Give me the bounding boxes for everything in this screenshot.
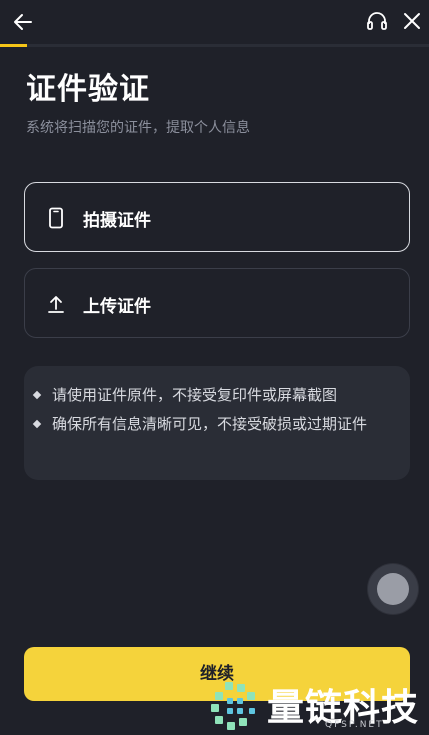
bullet-diamond-icon (32, 419, 42, 429)
arrow-left-icon (14, 14, 32, 30)
phone-icon (49, 207, 63, 229)
floating-assist-dot (377, 573, 409, 605)
watermark: 量链科技 QFSP.NET (207, 674, 429, 735)
headset-icon (367, 12, 387, 30)
option-upload[interactable]: 上传证件 (24, 268, 410, 338)
option-take-photo[interactable]: 拍摄证件 (24, 182, 410, 252)
tips-panel: 请使用证件原件，不接受复印件或屏幕截图 确保所有信息清晰可见，不接受破损或过期证… (24, 366, 410, 480)
upload-icon (48, 296, 64, 313)
progress-track (0, 44, 429, 47)
page-title: 证件验证 (26, 72, 150, 107)
close-icon (404, 13, 420, 29)
option-label: 拍摄证件 (83, 211, 151, 231)
watermark-logo-icon (211, 682, 255, 730)
tip-item: 确保所有信息清晰可见，不接受破损或过期证件 (32, 412, 388, 436)
tip-text: 确保所有信息清晰可见，不接受破损或过期证件 (52, 415, 368, 433)
page-subtitle: 系统将扫描您的证件，提取个人信息 (26, 120, 250, 136)
back-button[interactable] (10, 9, 36, 35)
tip-item: 请使用证件原件，不接受复印件或屏幕截图 (32, 383, 388, 407)
option-label: 上传证件 (83, 297, 151, 317)
watermark-domain: QFSP.NET (325, 720, 384, 730)
close-button[interactable] (400, 9, 424, 33)
support-button[interactable] (365, 9, 389, 33)
progress-bar-fill (0, 44, 28, 47)
top-bar (0, 0, 429, 44)
floating-assist-button[interactable] (368, 564, 418, 614)
tip-text: 请使用证件原件，不接受复印件或屏幕截图 (52, 386, 338, 404)
bullet-diamond-icon (32, 390, 42, 400)
